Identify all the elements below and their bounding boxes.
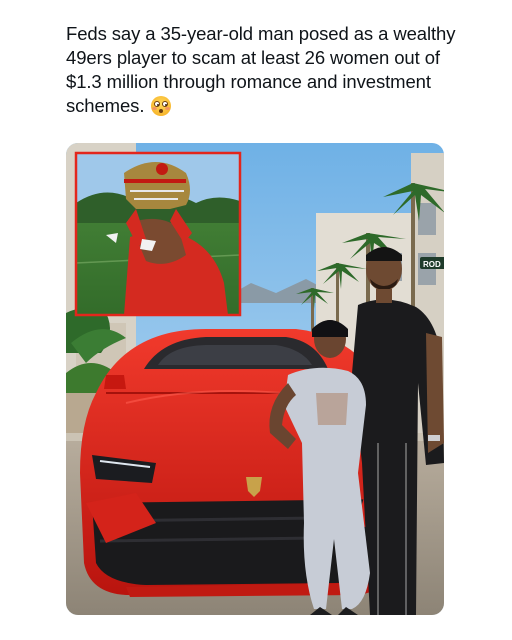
tweet-text: Feds say a 35-year-old man posed as a we… [66, 22, 458, 118]
street-sign-text: ROD [423, 260, 441, 269]
flushed-face-icon [151, 96, 172, 116]
tweet-post: Feds say a 35-year-old man posed as a we… [0, 0, 512, 640]
post-image[interactable]: ROD [66, 143, 444, 615]
car-mirror [104, 375, 126, 389]
inset-photo [74, 151, 242, 317]
tweet-text-body: Feds say a 35-year-old man posed as a we… [66, 23, 456, 116]
